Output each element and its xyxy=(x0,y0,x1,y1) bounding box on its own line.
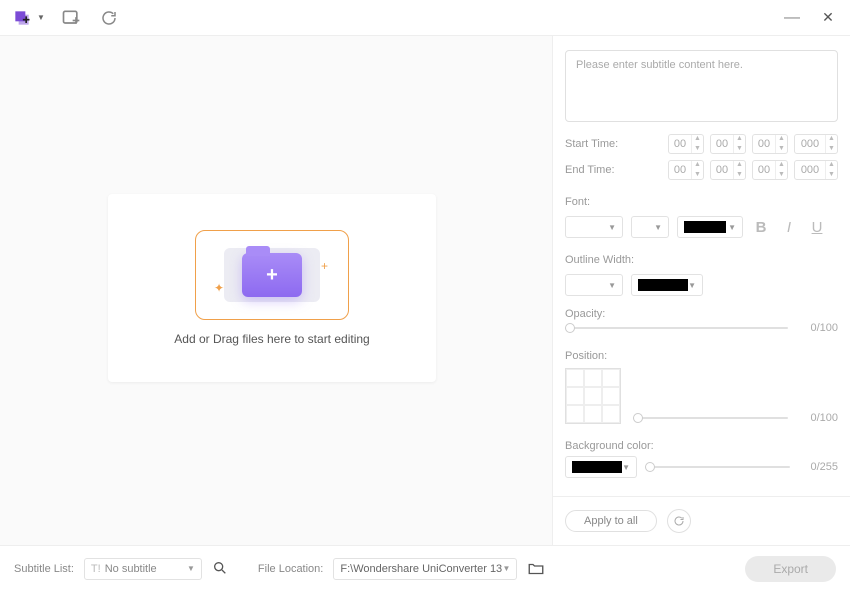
outline-width-select[interactable]: ▼ xyxy=(565,274,623,296)
export-button[interactable]: Export xyxy=(745,556,836,582)
stepper-down-icon[interactable]: ▼ xyxy=(692,144,703,154)
subtitle-list-label: Subtitle List: xyxy=(14,563,74,575)
bgcolor-label: Background color: xyxy=(565,440,838,452)
stepper-down-icon[interactable]: ▼ xyxy=(734,170,745,180)
stepper-up-icon[interactable]: ▲ xyxy=(734,134,745,144)
refresh-icon xyxy=(673,515,685,527)
start-time-group: 00▲▼ 00▲▼ 00▲▼ 000▲▼ xyxy=(668,134,838,154)
position-label: Position: xyxy=(565,350,838,362)
color-swatch xyxy=(572,461,622,473)
search-button[interactable] xyxy=(212,560,230,578)
stepper-down-icon[interactable]: ▼ xyxy=(734,144,745,154)
stepper-down-icon[interactable]: ▼ xyxy=(692,170,703,180)
reset-button[interactable] xyxy=(667,509,691,533)
stepper-up-icon[interactable]: ▲ xyxy=(692,160,703,170)
file-location-select[interactable]: F:\Wondershare UniConverter 13\SubEdi ▼ xyxy=(333,558,517,580)
stepper-down-icon[interactable]: ▼ xyxy=(776,170,787,180)
drop-zone[interactable]: + ✦ + xyxy=(195,230,349,320)
drop-hint: Add or Drag files here to start editing xyxy=(174,332,369,346)
start-time-label: Start Time: xyxy=(565,138,625,150)
footer-bar: Subtitle List: T! No subtitle ▼ File Loc… xyxy=(0,545,850,591)
slider-thumb[interactable] xyxy=(565,323,575,333)
end-time-mm[interactable]: 00▲▼ xyxy=(710,160,746,180)
stepper-up-icon[interactable]: ▲ xyxy=(776,160,787,170)
opacity-label: Opacity: xyxy=(565,308,838,320)
font-color-select[interactable]: ▼ xyxy=(677,216,743,238)
stepper-down-icon[interactable]: ▼ xyxy=(826,170,837,180)
apply-to-all-button[interactable]: Apply to all xyxy=(565,510,657,532)
position-grid[interactable] xyxy=(565,368,621,424)
outline-color-select[interactable]: ▼ xyxy=(631,274,703,296)
add-media-dropdown[interactable]: ▼ xyxy=(10,6,45,30)
bgcolor-slider[interactable] xyxy=(645,466,790,468)
font-size-select[interactable]: ▼ xyxy=(631,216,669,238)
end-time-ms[interactable]: 000▲▼ xyxy=(794,160,838,180)
title-bar: ▼ — ✕ xyxy=(0,0,850,36)
font-family-select[interactable]: ▼ xyxy=(565,216,623,238)
sparkle-icon: + xyxy=(321,259,328,273)
reload-icon[interactable] xyxy=(97,6,121,30)
opacity-value: 0/100 xyxy=(798,322,838,334)
close-button[interactable]: ✕ xyxy=(816,6,840,30)
bold-button[interactable]: B xyxy=(751,219,771,236)
start-time-mm[interactable]: 00▲▼ xyxy=(710,134,746,154)
slider-thumb[interactable] xyxy=(633,413,643,423)
new-subtitle-icon[interactable] xyxy=(59,6,83,30)
end-time-hh[interactable]: 00▲▼ xyxy=(668,160,704,180)
position-value: 0/100 xyxy=(798,412,838,424)
start-time-ms[interactable]: 000▲▼ xyxy=(794,134,838,154)
stepper-up-icon[interactable]: ▲ xyxy=(776,134,787,144)
end-time-group: 00▲▼ 00▲▼ 00▲▼ 000▲▼ xyxy=(668,160,838,180)
opacity-slider[interactable] xyxy=(565,327,788,329)
subtitle-list-select[interactable]: T! No subtitle ▼ xyxy=(84,558,202,580)
start-time-hh[interactable]: 00▲▼ xyxy=(668,134,704,154)
open-folder-button[interactable] xyxy=(527,560,545,578)
bgcolor-value: 0/255 xyxy=(798,461,838,473)
stepper-up-icon[interactable]: ▲ xyxy=(826,134,837,144)
add-media-icon xyxy=(10,6,34,30)
italic-button[interactable]: I xyxy=(779,219,799,236)
folder-icon: + xyxy=(242,253,302,297)
stepper-down-icon[interactable]: ▼ xyxy=(826,144,837,154)
outline-label: Outline Width: xyxy=(565,254,838,266)
minimize-button[interactable]: — xyxy=(780,6,804,30)
end-time-label: End Time: xyxy=(565,164,625,176)
color-swatch xyxy=(684,221,726,233)
color-swatch xyxy=(638,279,688,291)
file-location-label: File Location: xyxy=(258,563,323,575)
bgcolor-select[interactable]: ▼ xyxy=(565,456,637,478)
slider-thumb[interactable] xyxy=(645,462,655,472)
subtitle-textarea[interactable]: Please enter subtitle content here. xyxy=(565,50,838,122)
chevron-down-icon: ▼ xyxy=(37,13,45,22)
font-label: Font: xyxy=(565,196,838,208)
stepper-up-icon[interactable]: ▲ xyxy=(692,134,703,144)
drop-card: + ✦ + Add or Drag files here to start ed… xyxy=(108,194,436,382)
stepper-down-icon[interactable]: ▼ xyxy=(776,144,787,154)
preview-pane: + ✦ + Add or Drag files here to start ed… xyxy=(0,36,552,545)
start-time-ss[interactable]: 00▲▼ xyxy=(752,134,788,154)
properties-panel: Please enter subtitle content here. Star… xyxy=(552,36,850,545)
end-time-ss[interactable]: 00▲▼ xyxy=(752,160,788,180)
underline-button[interactable]: U xyxy=(807,219,827,236)
position-slider[interactable] xyxy=(633,417,788,419)
stepper-up-icon[interactable]: ▲ xyxy=(826,160,837,170)
stepper-up-icon[interactable]: ▲ xyxy=(734,160,745,170)
sparkle-icon: ✦ xyxy=(214,281,224,295)
